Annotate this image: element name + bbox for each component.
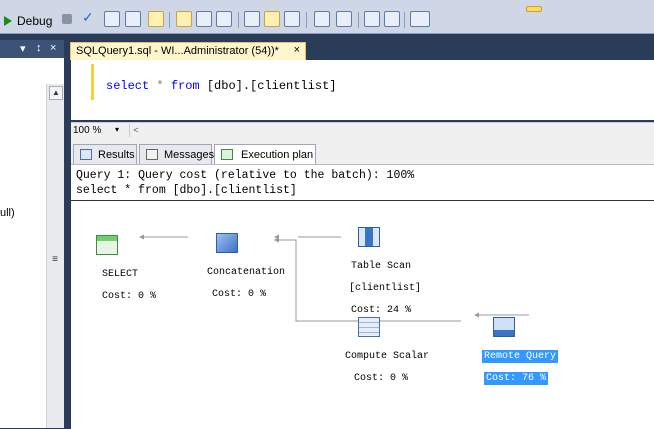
document-tab-bar: SQLQuery1.sql - WI...Administrator (54))… [64,40,654,60]
debug-button[interactable]: Debug [17,14,52,28]
query-designer-icon[interactable] [125,11,141,27]
specify-values-icon[interactable] [410,11,430,27]
select-operator-icon [96,235,118,255]
plan-node-compute-scalar[interactable]: Compute Scalar Cost: 0 % [321,295,429,395]
node-name: Concatenation [207,267,286,278]
table-scan-operator-icon [358,227,380,247]
node-cost: Cost: 76 % [484,372,549,385]
node-name: Compute Scalar [345,351,430,362]
object-explorer-scrollbar[interactable]: ▲ ≡ [46,84,64,428]
scroll-left-icon[interactable]: < [129,124,142,137]
keyword-from: from [170,79,200,93]
toolbar-divider [169,12,170,28]
messages-icon [146,149,158,160]
plan-node-remote-query[interactable]: Remote Query Cost: 76 % [458,295,559,395]
plan-node-select[interactable]: SELECT Cost: 0 % [78,213,156,313]
comment-icon[interactable] [216,11,232,27]
node-object: [clientlist] [349,283,422,294]
zoom-level[interactable]: 100 % [73,125,101,136]
toolbar-divider [358,12,359,28]
results-tab-strip: Results Messages Execution plan [71,140,654,165]
decrease-indent-icon[interactable] [314,11,330,27]
include-stats-icon[interactable] [264,11,280,27]
node-cost: Cost: 0 % [212,289,267,300]
toolbar-divider [238,12,239,28]
tab-label: Execution plan [241,149,314,161]
execution-plan-pane[interactable]: Query 1: Query cost (relative to the bat… [71,164,654,429]
tab-results[interactable]: Results [73,144,137,164]
tab-messages[interactable]: Messages [139,144,215,164]
object-explorer-header: ▾ ↕ × [0,40,64,58]
compute-scalar-operator-icon [358,317,380,337]
results-to-file-icon[interactable] [196,11,212,27]
tab-sqlquery1[interactable]: SQLQuery1.sql - WI...Administrator (54))… [70,42,306,60]
node-name: Remote Query [482,350,559,363]
tree-node-text[interactable]: ull) [0,207,15,219]
execution-plan-icon [221,149,233,160]
grid-icon [80,149,92,160]
zoom-bar: 100 % ▾ < [71,122,654,141]
parse-check-icon[interactable]: ✓ [82,9,98,25]
chevron-down-icon[interactable]: ▾ [20,42,26,55]
toolbar-divider [404,12,405,28]
pin-icon[interactable]: ↕ [36,42,42,54]
arrowhead [139,234,144,240]
tab-execution-plan[interactable]: Execution plan [214,144,316,165]
folder-icon[interactable] [526,6,542,12]
client-stats-icon[interactable] [284,11,300,27]
outdent-icon[interactable] [364,11,380,27]
close-icon[interactable]: × [50,42,56,54]
change-tracking-margin [91,64,94,100]
scroll-up-icon[interactable]: ▲ [49,86,63,100]
keyword-select: select [106,79,150,93]
increase-indent-icon[interactable] [336,11,352,27]
display-plan-icon[interactable] [104,11,120,27]
close-icon[interactable]: × [294,44,300,56]
stop-icon[interactable] [62,14,72,24]
node-name: Table Scan [351,261,412,272]
tab-label: SQLQuery1.sql - WI...Administrator (54))… [76,45,279,57]
uncomment-icon[interactable] [244,11,260,27]
sql-editor-toolbar: Debug ✓ [0,6,654,34]
node-cost: Cost: 0 % [354,373,409,384]
scroll-grip-icon[interactable]: ≡ [49,254,61,266]
results-to-text-icon[interactable] [176,11,192,27]
operator-star: * [156,79,164,93]
zoom-dropdown-icon[interactable]: ▾ [115,125,119,134]
tab-label: Results [98,149,135,161]
toolbar-divider [306,12,307,28]
table-name: [dbo].[clientlist] [206,79,337,93]
play-icon[interactable] [4,16,12,26]
remote-query-operator-icon [493,317,515,337]
node-name: SELECT [102,269,139,280]
plan-node-concatenation[interactable]: Concatenation Cost: 0 % [183,211,285,311]
results-to-grid-icon[interactable] [148,11,164,27]
tab-label: Messages [164,149,215,161]
query-editor[interactable]: select * from [dbo].[clientlist] [71,60,654,120]
concatenation-operator-icon [216,233,238,253]
node-cost: Cost: 0 % [102,291,157,302]
indent-icon[interactable] [384,11,400,27]
sql-text-line[interactable]: select * from [dbo].[clientlist] [106,79,336,93]
